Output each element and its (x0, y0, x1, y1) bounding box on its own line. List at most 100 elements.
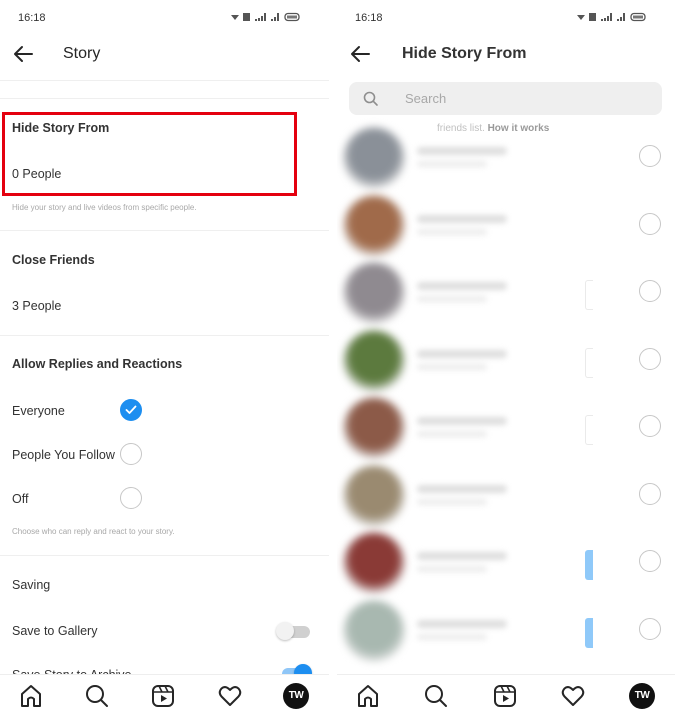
overlay-tag (585, 550, 593, 580)
blurred-fullname (417, 633, 487, 640)
blurred-fullname (417, 161, 487, 167)
radio-unchecked[interactable] (639, 347, 661, 370)
blurred-fullname (417, 228, 487, 235)
save-to-gallery-toggle[interactable] (276, 622, 310, 640)
signal-battery-icon (577, 12, 646, 22)
divider (0, 98, 329, 99)
blurred-username (417, 619, 507, 628)
radio-unchecked[interactable] (639, 280, 661, 302)
option-label: Everyone (12, 404, 65, 418)
home-icon[interactable] (355, 683, 381, 709)
blurred-username (417, 417, 507, 425)
page-title: Story (63, 45, 101, 62)
signal-battery-icon (231, 12, 300, 22)
blurred-username (417, 484, 507, 493)
search-input[interactable] (405, 88, 645, 109)
divider (0, 335, 329, 336)
blurred-username (417, 349, 507, 358)
replies-option-everyone[interactable]: Everyone (0, 396, 329, 424)
overlay-tag (585, 415, 593, 445)
overlay-tag (585, 280, 593, 310)
saving-section-title: Saving (12, 578, 51, 592)
radio-checked[interactable] (120, 399, 142, 421)
heart-icon[interactable] (217, 683, 243, 709)
search-icon[interactable] (423, 683, 449, 709)
close-friends-count: 3 People (12, 299, 62, 313)
blurred-username (417, 147, 507, 155)
user-avatar (343, 464, 405, 527)
bottom-nav: TW (337, 674, 675, 716)
arrow-left-icon[interactable] (12, 44, 34, 64)
overlay-tag (585, 617, 593, 648)
profile-avatar[interactable]: TW (283, 683, 309, 709)
header: Hide Story From (337, 36, 675, 72)
close-friends-item[interactable]: Close Friends 3 People (0, 240, 329, 330)
user-avatar (343, 127, 405, 189)
user-list-item[interactable] (337, 599, 675, 667)
user-avatar (343, 532, 405, 594)
radio-unchecked[interactable] (639, 550, 661, 572)
save-to-gallery-label: Save to Gallery (12, 624, 98, 638)
user-avatar (343, 599, 405, 662)
replies-option-off[interactable]: Off (0, 484, 329, 512)
radio-unchecked[interactable] (639, 482, 661, 505)
close-friends-title: Close Friends (12, 253, 95, 267)
blurred-fullname (417, 566, 487, 572)
radio-unchecked[interactable] (639, 617, 661, 640)
status-time: 16:18 (355, 12, 383, 24)
radio-unchecked[interactable] (120, 487, 142, 509)
user-list-item[interactable] (337, 397, 675, 464)
user-list-item[interactable] (337, 194, 675, 262)
radio-unchecked[interactable] (120, 443, 142, 465)
radio-unchecked[interactable] (639, 212, 661, 235)
radio-unchecked[interactable] (639, 145, 661, 167)
replies-hint: Choose who can reply and react to your s… (12, 527, 175, 536)
search-field[interactable] (349, 82, 662, 115)
user-avatar (343, 262, 405, 324)
search-icon (363, 91, 378, 106)
blurred-fullname (417, 296, 487, 302)
user-list-item[interactable] (337, 464, 675, 532)
user-avatar (343, 329, 405, 392)
bottom-nav: TW (0, 674, 329, 716)
profile-avatar[interactable]: TW (629, 683, 655, 709)
divider (0, 80, 329, 81)
panel-separator (329, 0, 337, 716)
heart-icon[interactable] (560, 683, 586, 709)
status-bar: 16:18 (0, 10, 329, 26)
user-list-item[interactable] (337, 532, 675, 599)
replies-section-title: Allow Replies and Reactions (12, 357, 183, 371)
hide-story-hint: Hide your story and live videos from spe… (12, 203, 197, 212)
save-to-gallery-item: Save to Gallery (0, 616, 329, 644)
blurred-username (417, 552, 507, 560)
overlay-tag (585, 347, 593, 378)
option-label: Off (12, 492, 29, 506)
hide-story-from-screen: 16:18 Hide Story From friends list. How … (337, 0, 675, 716)
blurred-username (417, 282, 507, 290)
option-label: People You Follow (12, 448, 115, 462)
user-list-item[interactable] (337, 127, 675, 194)
replies-option-people-you-follow[interactable]: People You Follow (0, 440, 329, 468)
blurred-fullname (417, 431, 487, 437)
status-time: 16:18 (18, 12, 46, 24)
checkmark-icon (125, 405, 137, 414)
reels-icon[interactable] (150, 683, 176, 709)
search-icon[interactable] (84, 683, 110, 709)
user-avatar (343, 397, 405, 459)
user-list-item[interactable] (337, 329, 675, 397)
status-icons (229, 12, 307, 24)
home-icon[interactable] (18, 683, 44, 709)
reels-icon[interactable] (492, 683, 518, 709)
user-list-item[interactable] (337, 262, 675, 329)
story-settings-screen: 16:18 Story Hide Story From 0 People Hid… (0, 0, 329, 716)
page-title: Hide Story From (402, 45, 527, 62)
status-icons (575, 12, 653, 24)
divider (0, 555, 329, 556)
blurred-fullname (417, 363, 487, 370)
highlight-annotation-box (2, 112, 297, 196)
radio-unchecked[interactable] (639, 415, 661, 437)
blurred-fullname (417, 498, 487, 505)
divider (0, 230, 329, 231)
blurred-username (417, 214, 507, 223)
arrow-left-icon[interactable] (349, 44, 371, 64)
